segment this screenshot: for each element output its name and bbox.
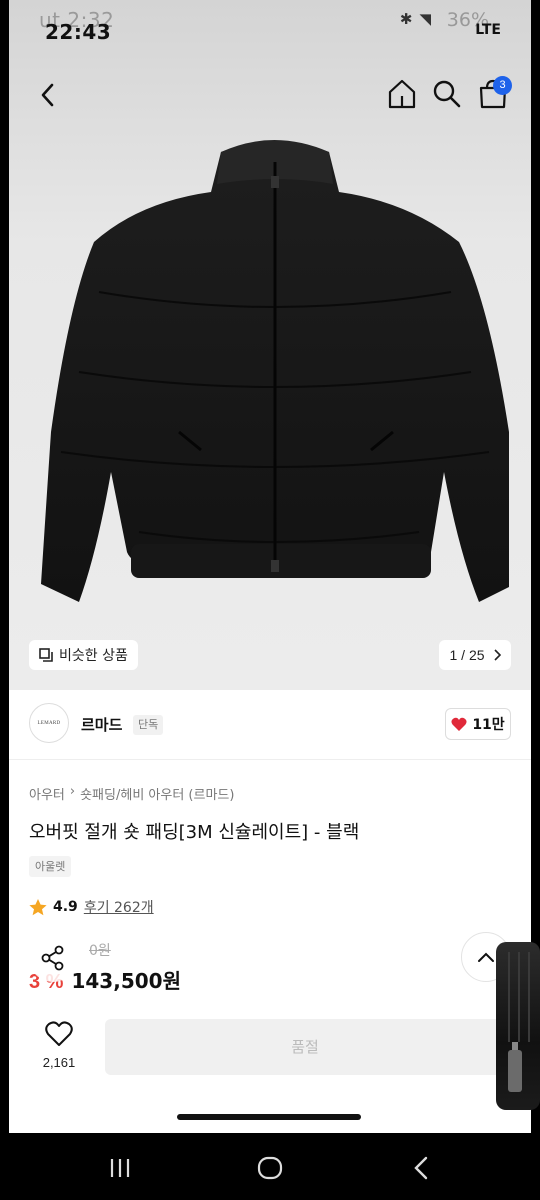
thumbnail-bottle [508, 1050, 522, 1092]
chevron-right-icon [493, 649, 501, 661]
brand-like-count: 11만 [472, 717, 505, 733]
thumbnail-detail [528, 952, 530, 1042]
exclusive-tag: 단독 [133, 715, 164, 735]
brand-row[interactable]: LEMARD 르마드 단독 11만 [9, 700, 531, 752]
thumbnail-detail [508, 952, 510, 1042]
outlet-badge: 아울렛 [29, 856, 72, 877]
brand-like-button[interactable]: 11만 [445, 708, 511, 740]
similar-products-button[interactable]: 비슷한 상품 [29, 640, 138, 670]
star-icon [29, 898, 47, 915]
app-frame: 3 비슷한 상품 1 / 25 ut 2:32 22:43 36% ✱ ◥ LT… [9, 0, 531, 1133]
divider [9, 759, 531, 760]
status-bar: ut 2:32 22:43 36% ✱ ◥ LTE [9, 0, 531, 44]
product-image-area[interactable]: 3 비슷한 상품 1 / 25 [9, 0, 531, 690]
back-arrow-icon[interactable] [33, 78, 63, 112]
status-time: 22:43 [45, 20, 112, 44]
rating-value: 4.9 [53, 899, 78, 915]
product-title: 오버핏 절개 숏 패딩[3M 신슐레이트] - 블랙 [29, 822, 360, 843]
chevron-up-icon [478, 952, 494, 962]
bluetooth-icon: ✱ [399, 10, 413, 28]
heart-filled-icon [451, 717, 467, 731]
cart-button[interactable]: 3 [476, 76, 512, 110]
back-button-icon[interactable] [408, 1154, 436, 1182]
top-navigation: 3 [9, 70, 531, 120]
status-icons: ✱ ◥ [400, 10, 431, 28]
image-counter-text: 1 / 25 [449, 647, 485, 663]
brand-logo[interactable]: LEMARD [29, 703, 69, 743]
product-photo-black-puffer-jacket [41, 140, 509, 602]
recent-apps-icon[interactable] [106, 1155, 134, 1181]
original-price: 0원 [89, 943, 111, 959]
sale-price: 143,500원 [71, 969, 181, 993]
category-breadcrumb: 아우터 › 숏패딩/헤비 아우터 (르마드) [29, 784, 234, 803]
wishlist-button[interactable]: 2,161 [31, 1021, 87, 1081]
bottom-action-bar: 2,161 품절 [9, 1005, 531, 1105]
rating-row: 4.9 후기 262개 [29, 897, 154, 917]
similar-products-label: 비슷한 상품 [59, 648, 128, 664]
network-type: LTE [475, 22, 501, 38]
share-icon [41, 945, 64, 971]
search-icon[interactable] [431, 78, 461, 110]
floating-video-thumbnail[interactable] [496, 942, 540, 1110]
wishlist-count: 2,161 [42, 1055, 76, 1070]
brand-name[interactable]: 르마드 [81, 714, 122, 735]
wifi-icon: ◥ [419, 10, 431, 28]
breadcrumb-item[interactable]: 아우터 [29, 784, 65, 803]
android-navigation-bar [0, 1133, 540, 1200]
thumbnail-detail [518, 952, 520, 1042]
home-icon[interactable] [387, 78, 417, 110]
home-indicator [177, 1114, 361, 1120]
image-counter-button[interactable]: 1 / 25 [439, 640, 511, 670]
similar-items-icon [39, 648, 53, 662]
sold-out-button[interactable]: 품절 [105, 1019, 505, 1075]
breadcrumb-item[interactable]: 숏패딩/헤비 아우터 (르마드) [80, 784, 234, 803]
share-button[interactable] [29, 934, 77, 982]
review-count-link[interactable]: 후기 262개 [84, 897, 154, 917]
breadcrumb-separator: › [69, 784, 76, 799]
home-button-icon[interactable] [256, 1155, 284, 1181]
heart-outline-icon [45, 1021, 73, 1046]
cart-count-badge: 3 [493, 76, 512, 95]
